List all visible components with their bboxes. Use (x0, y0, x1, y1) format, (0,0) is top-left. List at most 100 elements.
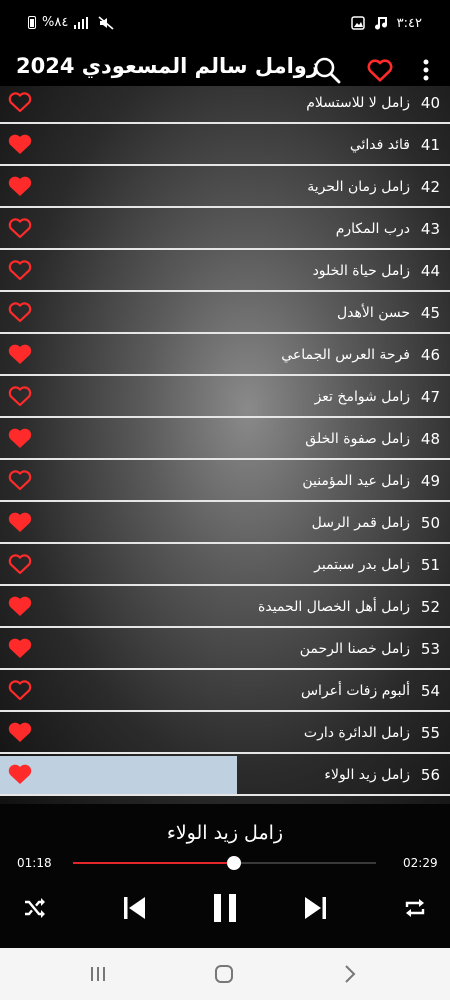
heart-outline-icon (8, 260, 32, 281)
clock: ٣:٤٢ (396, 15, 422, 31)
song-title: زامل صفوة الخلق (305, 431, 410, 447)
heart-filled-icon (8, 134, 32, 154)
search-button[interactable] (309, 52, 345, 88)
shuffle-button[interactable] (17, 890, 53, 926)
song-number: 49 (420, 472, 440, 490)
battery-icon (28, 16, 36, 29)
status-bar: %٨٤ ٣:٤٢ (0, 0, 450, 44)
elapsed-time: 01:18 (17, 856, 52, 870)
song-title: زامل أهل الخصال الحميدة (258, 599, 410, 615)
favorite-filled-button[interactable] (8, 133, 32, 157)
system-nav-bar (0, 948, 450, 1000)
list-item[interactable]: زامل خصنا الرحمن 53 (0, 630, 450, 670)
heart-outline-icon (367, 59, 393, 82)
list-item[interactable]: زامل حياة الخلود 44 (0, 252, 450, 292)
favorite-outline-button[interactable] (8, 259, 32, 283)
song-number: 43 (420, 220, 440, 238)
more-options-button[interactable] (408, 52, 444, 88)
favorite-outline-button[interactable] (8, 217, 32, 241)
list-item[interactable]: زامل أهل الخصال الحميدة 52 (0, 588, 450, 628)
song-title: درب المكارم (335, 221, 410, 237)
repeat-button[interactable] (397, 890, 433, 926)
favorite-filled-button[interactable] (8, 511, 32, 535)
favorite-outline-button[interactable] (8, 385, 32, 409)
song-title: زامل شوامخ تعز (314, 389, 410, 405)
song-number: 53 (420, 640, 440, 658)
list-item[interactable]: حسن الأهدل 45 (0, 294, 450, 334)
gallery-icon (350, 16, 365, 30)
list-item[interactable]: زامل زمان الحرية 42 (0, 168, 450, 208)
favorite-filled-button[interactable] (8, 343, 32, 367)
song-title: ألبوم زفات أعراس (300, 683, 410, 699)
list-item[interactable]: زامل بدر سبتمبر 51 (0, 546, 450, 586)
list-item[interactable]: ألبوم زفات أعراس 54 (0, 672, 450, 712)
favorite-outline-button[interactable] (8, 301, 32, 325)
list-item[interactable]: فرحة العرس الجماعي 46 (0, 336, 450, 376)
heart-outline-icon (8, 680, 32, 701)
favorite-filled-button[interactable] (8, 637, 32, 661)
music-note-icon (374, 17, 387, 30)
song-list[interactable]: زامل لا للاستسلام 40 قائد فدائي 41 زامل زمان… (0, 86, 450, 804)
favorite-filled-button[interactable] (8, 595, 32, 619)
total-duration: 02:29 (403, 856, 438, 870)
list-item[interactable]: زامل الدائرة دارت 55 (0, 714, 450, 754)
favorite-outline-button[interactable] (8, 91, 32, 115)
favorite-filled-button[interactable] (8, 427, 32, 451)
song-title: زامل الدائرة دارت (303, 725, 410, 741)
heart-outline-icon (8, 470, 32, 491)
song-number: 44 (420, 262, 440, 280)
seek-thumb[interactable] (226, 856, 241, 870)
previous-button[interactable] (116, 890, 152, 926)
list-item[interactable]: زامل زيد الولاء 56 (0, 756, 450, 796)
list-item[interactable]: زامل شوامخ تعز 47 (0, 378, 450, 418)
list-item[interactable]: زامل صفوة الخلق 48 (0, 420, 450, 460)
more-vertical-icon (423, 59, 429, 81)
heart-filled-icon (8, 722, 32, 742)
list-item[interactable]: زامل قمر الرسل 50 (0, 504, 450, 544)
favorite-outline-button[interactable] (8, 553, 32, 577)
song-number: 48 (420, 430, 440, 448)
skip-next-icon (305, 897, 326, 919)
heart-filled-icon (8, 638, 32, 658)
list-item[interactable]: درب المكارم 43 (0, 210, 450, 250)
seek-bar[interactable] (73, 856, 376, 870)
song-title: زامل عيد المؤمنين (302, 473, 410, 489)
song-number: 55 (420, 724, 440, 742)
chevron-right-icon (345, 965, 356, 983)
active-row-highlight (0, 756, 237, 794)
favorite-filled-button[interactable] (8, 721, 32, 745)
heart-filled-icon (8, 512, 32, 532)
list-item[interactable]: قائد فدائي 41 (0, 126, 450, 166)
seek-progress (73, 862, 234, 864)
song-title: قائد فدائي (349, 137, 410, 153)
song-title: فرحة العرس الجماعي (281, 347, 410, 363)
favorite-outline-button[interactable] (8, 469, 32, 493)
list-item[interactable]: زامل عيد المؤمنين 49 (0, 462, 450, 502)
heart-outline-icon (8, 92, 32, 113)
song-number: 47 (420, 388, 440, 406)
recent-apps-icon (91, 967, 105, 981)
favorite-filled-button[interactable] (8, 175, 32, 199)
repeat-icon (405, 899, 425, 917)
next-button[interactable] (298, 890, 334, 926)
song-number: 51 (420, 556, 440, 574)
pause-button[interactable] (207, 890, 243, 926)
favorites-button[interactable] (362, 52, 398, 88)
list-item[interactable]: زامل لا للاستسلام 40 (0, 86, 450, 124)
heart-filled-icon (8, 428, 32, 448)
favorite-outline-button[interactable] (8, 679, 32, 703)
favorite-filled-button[interactable] (8, 763, 32, 787)
heart-outline-icon (8, 302, 32, 323)
song-title: حسن الأهدل (336, 305, 410, 321)
song-number: 40 (420, 94, 440, 112)
song-number: 42 (420, 178, 440, 196)
song-title: زامل لا للاستسلام (306, 95, 410, 111)
heart-outline-icon (8, 218, 32, 239)
back-button[interactable] (338, 962, 362, 986)
song-number: 54 (420, 682, 440, 700)
status-right: ٣:٤٢ (350, 15, 422, 31)
player-panel: زامل زيد الولاء 01:18 02:29 (0, 804, 450, 948)
home-button[interactable] (212, 962, 236, 986)
recent-apps-button[interactable] (86, 962, 110, 986)
song-title: زامل قمر الرسل (311, 515, 410, 531)
